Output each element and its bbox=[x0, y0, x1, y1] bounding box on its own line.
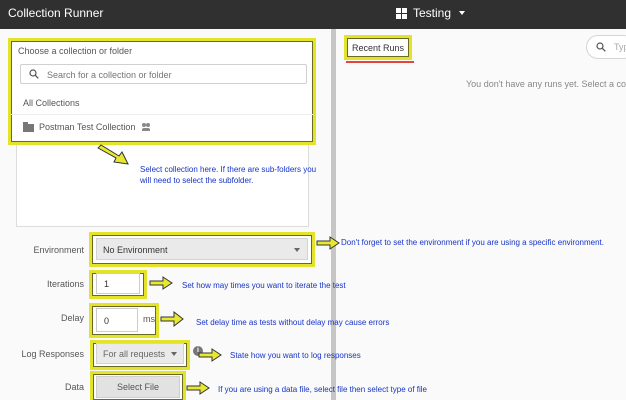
annotation-log: State how you want to log responses bbox=[230, 351, 361, 360]
collection-list-area bbox=[16, 145, 309, 227]
annotation-data: If you are using a data file, select fil… bbox=[218, 385, 428, 394]
environment-select[interactable]: No Environment bbox=[96, 238, 308, 260]
divider bbox=[11, 114, 313, 115]
annotation-iterations: Set how may times you want to iterate th… bbox=[182, 281, 346, 290]
runs-search[interactable]: Typ bbox=[586, 35, 626, 59]
delay-label: Delay bbox=[60, 313, 84, 323]
collection-item-name: Postman Test Collection bbox=[39, 122, 136, 132]
annotation-arrow bbox=[186, 381, 210, 395]
annotation-delay: Set delay time as tests without delay ma… bbox=[196, 318, 390, 327]
collection-search[interactable] bbox=[20, 64, 307, 84]
log-responses-label: Log Responses bbox=[21, 349, 84, 359]
delay-unit: ms bbox=[143, 314, 155, 324]
workspace-switcher[interactable]: Testing bbox=[396, 6, 466, 20]
annotation-arrow bbox=[97, 144, 129, 165]
search-icon bbox=[596, 42, 606, 52]
title-bar: Collection Runner Testing bbox=[0, 0, 626, 29]
collection-picker-label: Choose a collection or folder bbox=[18, 46, 133, 56]
empty-runs-message: You don't have any runs yet. Select a co… bbox=[466, 79, 626, 89]
team-icon bbox=[142, 123, 151, 131]
grid-icon bbox=[396, 7, 407, 19]
workspace-name: Testing bbox=[413, 6, 452, 20]
annotation-collection: Select collection here. If there are sub… bbox=[140, 165, 317, 185]
all-collections-header[interactable]: All Collections bbox=[23, 98, 80, 108]
delay-input[interactable]: 0 bbox=[96, 308, 138, 332]
folder-icon bbox=[23, 122, 34, 132]
search-icon bbox=[29, 69, 39, 79]
runs-search-placeholder: Typ bbox=[614, 42, 626, 52]
environment-label: Environment bbox=[33, 245, 84, 255]
delay-value: 0 bbox=[104, 316, 110, 326]
app-title: Collection Runner bbox=[8, 6, 104, 20]
caret-down-icon bbox=[294, 248, 300, 252]
collection-picker: Choose a collection or folder All Collec… bbox=[8, 38, 316, 145]
iterations-input[interactable]: 1 bbox=[96, 273, 140, 294]
annotation-arrow bbox=[149, 276, 173, 290]
collection-search-input[interactable] bbox=[47, 68, 297, 81]
environment-value: No Environment bbox=[103, 245, 168, 255]
log-responses-value: For all requests bbox=[103, 349, 166, 359]
tab-recent-runs-label: Recent Runs bbox=[351, 42, 405, 53]
annotation-environment: Don't forget to set the environment if y… bbox=[341, 238, 604, 247]
log-responses-select[interactable]: For all requests bbox=[96, 343, 184, 364]
annotation-arrow bbox=[316, 236, 340, 250]
annotation-arrow bbox=[160, 311, 184, 327]
iterations-label: Iterations bbox=[46, 279, 84, 289]
annotation-arrow bbox=[198, 348, 222, 362]
iterations-value: 1 bbox=[104, 279, 110, 289]
tab-recent-runs[interactable]: Recent Runs bbox=[344, 35, 412, 60]
active-tab-indicator bbox=[346, 61, 414, 63]
data-label: Data bbox=[64, 382, 84, 392]
select-file-label: Select File bbox=[116, 382, 160, 392]
collection-item[interactable]: Postman Test Collection bbox=[23, 120, 151, 134]
select-file-button[interactable]: Select File bbox=[96, 376, 180, 398]
caret-down-icon bbox=[459, 11, 466, 15]
caret-down-icon bbox=[171, 352, 177, 356]
